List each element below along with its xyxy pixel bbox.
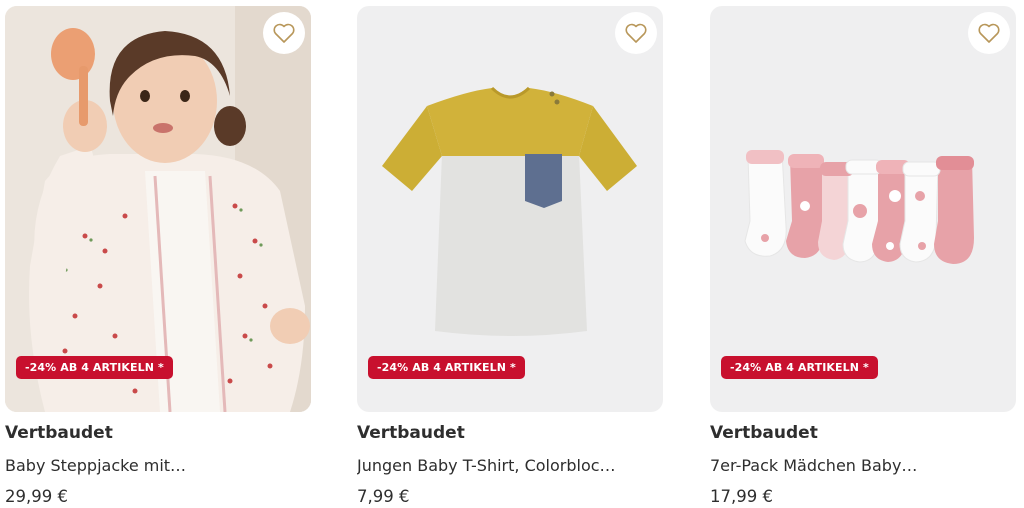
product-title[interactable]: Jungen Baby T-Shirt, Colorbloc… [357,454,663,478]
product-card[interactable]: -24% AB 4 ARTIKELN * Vertbaudet Jungen B… [357,6,663,508]
heart-outline-icon [625,23,647,43]
heart-outline-icon [978,23,1000,43]
discount-badge: -24% AB 4 ARTIKELN * [16,356,173,379]
product-brand: Vertbaudet [357,423,465,443]
baby-socks-7-pack [744,150,974,264]
product-image[interactable]: -24% AB 4 ARTIKELN * [5,6,311,412]
favorite-button[interactable] [263,12,305,54]
discount-badge: -24% AB 4 ARTIKELN * [721,356,878,379]
favorite-button[interactable] [968,12,1010,54]
product-title[interactable]: 7er-Pack Mädchen Baby… [710,454,1016,478]
product-price: 7,99 € [357,487,410,506]
product-price: 17,99 € [710,487,773,506]
product-card[interactable]: -24% AB 4 ARTIKELN * Vertbaudet 7er-Pack… [710,6,1016,508]
favorite-button[interactable] [615,12,657,54]
product-image[interactable]: -24% AB 4 ARTIKELN * [357,6,663,412]
product-brand: Vertbaudet [5,423,113,443]
product-card[interactable]: -24% AB 4 ARTIKELN * Vertbaudet Baby Ste… [5,6,311,508]
product-image[interactable]: -24% AB 4 ARTIKELN * [710,6,1016,412]
product-brand: Vertbaudet [710,423,818,443]
baby-quilted-jacket-photo [5,6,311,412]
colorblock-tshirt [382,86,637,336]
heart-outline-icon [273,23,295,43]
product-price: 29,99 € [5,487,68,506]
discount-badge: -24% AB 4 ARTIKELN * [368,356,525,379]
product-title[interactable]: Baby Steppjacke mit… [5,454,311,478]
